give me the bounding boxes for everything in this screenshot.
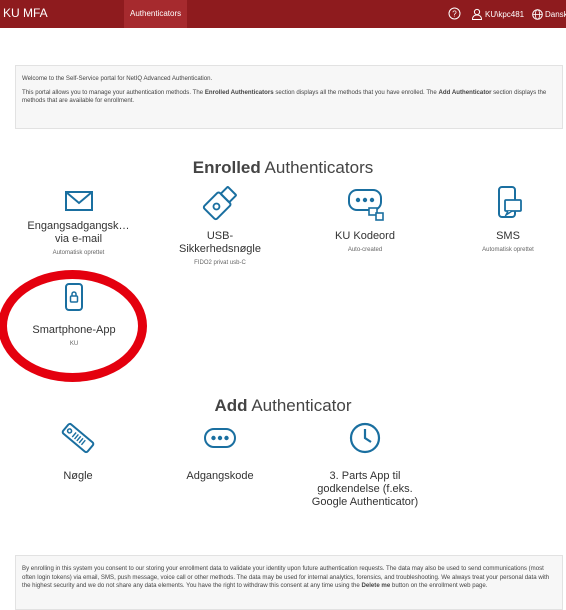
language-label: Dansk bbox=[545, 9, 566, 19]
top-navigation-bar: KU MFA Authenticators ? KU\kpc481 Dansk bbox=[0, 0, 566, 28]
add-tile-key[interactable]: Nøgle bbox=[20, 420, 136, 483]
red-annotation-circle bbox=[0, 270, 147, 382]
tile-name: KU Kodeord bbox=[335, 230, 395, 242]
enrolled-tile-ku-password[interactable]: KU Kodeord Auto-created bbox=[305, 184, 425, 253]
welcome-description: This portal allows you to manage your au… bbox=[22, 88, 547, 105]
add-authenticator-heading: Add Authenticator bbox=[214, 396, 352, 415]
tile-name: Nøgle bbox=[63, 470, 93, 482]
password-bubble-icon bbox=[203, 428, 237, 448]
svg-text:?: ? bbox=[452, 9, 457, 18]
delete-me-label: Delete me bbox=[361, 582, 391, 589]
user-icon bbox=[471, 8, 483, 20]
add-tile-third-party-app[interactable]: 3. Parts App til godkendelse (f.eks. Goo… bbox=[290, 420, 440, 509]
enrolled-tile-email-otp[interactable]: Engangsadgangsk… via e-mail Automatisk o… bbox=[0, 188, 157, 256]
tile-subtitle: Automatisk oprettet bbox=[482, 247, 534, 253]
brand-logo-text[interactable]: KU MFA bbox=[3, 6, 48, 20]
tile-name: SMS bbox=[496, 230, 520, 242]
user-name: KU\kpc481 bbox=[485, 9, 525, 19]
enrolled-authenticators-heading: Enrolled Authenticators bbox=[192, 158, 374, 177]
welcome-line: Welcome to the Self-Service portal for N… bbox=[22, 75, 213, 82]
tab-authenticators[interactable]: Authenticators bbox=[124, 0, 188, 28]
envelope-icon bbox=[64, 191, 93, 211]
enrolled-tile-sms[interactable]: SMS Automatisk oprettet bbox=[450, 184, 566, 253]
password-icon bbox=[348, 189, 384, 221]
tile-subtitle: Automatisk oprettet bbox=[52, 250, 105, 256]
key-tag-icon bbox=[61, 422, 95, 454]
tile-name: Engangsadgangsk… via e-mail bbox=[27, 220, 130, 245]
tile-subtitle: FIDO2 privat usb-C bbox=[194, 260, 246, 266]
sms-phone-icon bbox=[498, 186, 522, 218]
usb-key-icon bbox=[202, 186, 237, 221]
tile-name: 3. Parts App til godkendelse (f.eks. Goo… bbox=[311, 470, 419, 508]
globe-icon bbox=[532, 8, 543, 20]
add-tile-password[interactable]: Adgangskode bbox=[160, 420, 280, 483]
enrolled-tile-usb-key[interactable]: USB- Sikkerhedsnøgle FIDO2 privat usb-C bbox=[160, 184, 280, 266]
clock-icon bbox=[349, 422, 381, 454]
consent-text: By enrolling in this system you consent … bbox=[22, 565, 550, 589]
consent-panel: By enrolling in this system you consent … bbox=[15, 555, 563, 610]
tile-name: USB- Sikkerhedsnøgle bbox=[179, 230, 261, 255]
tile-name: Adgangskode bbox=[186, 470, 254, 482]
welcome-panel: Welcome to the Self-Service portal for N… bbox=[15, 65, 563, 129]
tile-subtitle: Auto-created bbox=[347, 247, 383, 253]
user-menu[interactable]: KU\kpc481 bbox=[471, 6, 524, 22]
language-selector[interactable]: Dansk bbox=[532, 6, 566, 22]
help-icon[interactable]: ? bbox=[448, 7, 461, 20]
